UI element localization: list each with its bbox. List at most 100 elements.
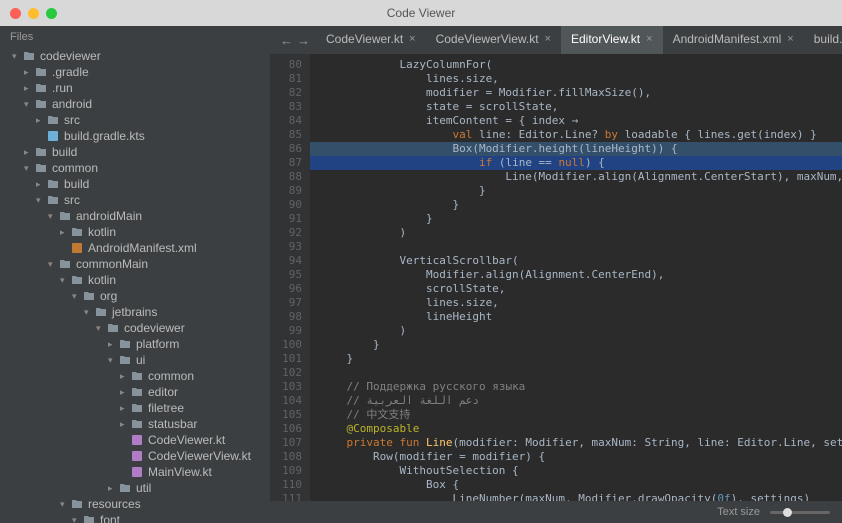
tree-item[interactable]: ▸kotlin xyxy=(0,224,270,240)
code-line[interactable]: ) xyxy=(310,324,842,338)
editor-tab[interactable]: EditorView.kt× xyxy=(561,26,663,54)
chevron-right-icon[interactable]: ▸ xyxy=(60,227,70,238)
code-line[interactable]: // دعم اللغة العربية xyxy=(310,394,842,408)
nav-forward-icon[interactable]: → xyxy=(297,33,310,48)
chevron-right-icon[interactable]: ▸ xyxy=(120,371,130,382)
code-content[interactable]: LazyColumnFor( lines.size, modifier = Mo… xyxy=(310,54,842,501)
chevron-down-icon[interactable]: ▾ xyxy=(60,499,70,510)
tree-item[interactable]: ▸editor xyxy=(0,384,270,400)
tree-item[interactable]: ▾jetbrains xyxy=(0,304,270,320)
code-line[interactable]: private fun Line(modifier: Modifier, max… xyxy=(310,436,842,450)
tree-item[interactable]: ▾kotlin xyxy=(0,272,270,288)
tree-item[interactable]: ▾ui xyxy=(0,352,270,368)
tree-item[interactable]: ▾font xyxy=(0,512,270,523)
code-line[interactable]: Row(modifier = modifier) { xyxy=(310,450,842,464)
tree-item[interactable]: ▸statusbar xyxy=(0,416,270,432)
code-line[interactable]: LazyColumnFor( xyxy=(310,58,842,72)
chevron-right-icon[interactable]: ▸ xyxy=(120,403,130,414)
tree-item[interactable]: ▾commonMain xyxy=(0,256,270,272)
code-line[interactable]: VerticalScrollbar( xyxy=(310,254,842,268)
code-line[interactable]: lines.size, xyxy=(310,72,842,86)
code-line[interactable]: ) xyxy=(310,226,842,240)
chevron-down-icon[interactable]: ▾ xyxy=(96,323,106,334)
tree-item[interactable]: ▸platform xyxy=(0,336,270,352)
close-icon[interactable]: × xyxy=(646,33,652,45)
chevron-down-icon[interactable]: ▾ xyxy=(24,163,34,174)
code-line[interactable]: if (line == null) { xyxy=(310,156,842,170)
chevron-right-icon[interactable]: ▸ xyxy=(24,83,34,94)
text-size-slider[interactable] xyxy=(770,511,830,514)
code-line[interactable]: lineHeight xyxy=(310,310,842,324)
code-line[interactable]: // 中文支持 xyxy=(310,408,842,422)
chevron-down-icon[interactable]: ▾ xyxy=(84,307,94,318)
chevron-right-icon[interactable]: ▸ xyxy=(120,387,130,398)
code-line[interactable]: lines.size, xyxy=(310,296,842,310)
code-line[interactable]: LineNumber(maxNum, Modifier.drawOpacity(… xyxy=(310,492,842,501)
close-icon[interactable]: × xyxy=(545,33,551,45)
chevron-down-icon[interactable]: ▾ xyxy=(48,211,58,222)
tree-item[interactable]: ▾common xyxy=(0,160,270,176)
tree-item[interactable]: ▾androidMain xyxy=(0,208,270,224)
tree-item[interactable]: ▾android xyxy=(0,96,270,112)
editor-tab[interactable]: AndroidManifest.xml× xyxy=(663,26,804,54)
window-close-button[interactable] xyxy=(10,8,21,19)
chevron-down-icon[interactable]: ▾ xyxy=(12,51,22,62)
code-line[interactable]: WithoutSelection { xyxy=(310,464,842,478)
code-line[interactable]: val line: Editor.Line? by loadable { lin… xyxy=(310,128,842,142)
tree-item[interactable]: ▾src xyxy=(0,192,270,208)
nav-back-icon[interactable]: ← xyxy=(280,33,293,48)
chevron-right-icon[interactable]: ▸ xyxy=(120,419,130,430)
chevron-down-icon[interactable]: ▾ xyxy=(36,195,46,206)
code-line[interactable]: modifier = Modifier.fillMaxSize(), xyxy=(310,86,842,100)
file-tree[interactable]: ▾codeviewer▸.gradle▸.run▾android▸srcbuil… xyxy=(0,48,270,523)
tree-item[interactable]: build.gradle.kts xyxy=(0,128,270,144)
code-line[interactable]: Modifier.align(Alignment.CenterEnd), xyxy=(310,268,842,282)
code-line[interactable] xyxy=(310,366,842,380)
close-icon[interactable]: × xyxy=(409,33,415,45)
tree-item[interactable]: ▸src xyxy=(0,112,270,128)
chevron-right-icon[interactable]: ▸ xyxy=(108,483,118,494)
chevron-right-icon[interactable]: ▸ xyxy=(108,339,118,350)
editor-tab[interactable]: build.gradle.kts× xyxy=(804,26,842,54)
tree-item[interactable]: ▾codeviewer xyxy=(0,48,270,64)
code-line[interactable]: Box { xyxy=(310,478,842,492)
tree-item[interactable]: MainView.kt xyxy=(0,464,270,480)
editor-tab[interactable]: CodeViewer.kt× xyxy=(316,26,426,54)
code-line[interactable]: itemContent = { index → xyxy=(310,114,842,128)
code-line[interactable]: // Поддержка русского языка xyxy=(310,380,842,394)
code-line[interactable]: } xyxy=(310,212,842,226)
code-line[interactable]: Line(Modifier.align(Alignment.CenterStar… xyxy=(310,170,842,184)
code-line[interactable]: scrollState, xyxy=(310,282,842,296)
tree-item[interactable]: ▾org xyxy=(0,288,270,304)
code-line[interactable]: Box(Modifier.height(lineHeight)) { xyxy=(310,142,842,156)
chevron-down-icon[interactable]: ▾ xyxy=(48,259,58,270)
code-line[interactable]: } xyxy=(310,198,842,212)
code-line[interactable]: } xyxy=(310,338,842,352)
tree-item[interactable]: ▾resources xyxy=(0,496,270,512)
code-line[interactable]: } xyxy=(310,184,842,198)
tree-item[interactable]: ▾codeviewer xyxy=(0,320,270,336)
code-line[interactable] xyxy=(310,240,842,254)
chevron-down-icon[interactable]: ▾ xyxy=(72,291,82,302)
window-minimize-button[interactable] xyxy=(28,8,39,19)
tree-item[interactable]: CodeViewer.kt xyxy=(0,432,270,448)
code-editor[interactable]: 8081828384858687888990919293949596979899… xyxy=(270,54,842,501)
tree-item[interactable]: ▸util xyxy=(0,480,270,496)
tree-item[interactable]: ▸common xyxy=(0,368,270,384)
tree-item[interactable]: ▸filetree xyxy=(0,400,270,416)
code-line[interactable]: @Composable xyxy=(310,422,842,436)
tree-item[interactable]: CodeViewerView.kt xyxy=(0,448,270,464)
chevron-down-icon[interactable]: ▾ xyxy=(24,99,34,110)
tree-item[interactable]: ▸.gradle xyxy=(0,64,270,80)
slider-thumb[interactable] xyxy=(783,508,792,517)
chevron-down-icon[interactable]: ▾ xyxy=(72,515,82,523)
editor-tab[interactable]: CodeViewerView.kt× xyxy=(426,26,561,54)
tree-item[interactable]: ▸build xyxy=(0,144,270,160)
code-line[interactable]: state = scrollState, xyxy=(310,100,842,114)
tree-item[interactable]: AndroidManifest.xml xyxy=(0,240,270,256)
chevron-right-icon[interactable]: ▸ xyxy=(24,147,34,158)
chevron-down-icon[interactable]: ▾ xyxy=(108,355,118,366)
chevron-right-icon[interactable]: ▸ xyxy=(24,67,34,78)
chevron-right-icon[interactable]: ▸ xyxy=(36,179,46,190)
chevron-down-icon[interactable]: ▾ xyxy=(60,275,70,286)
